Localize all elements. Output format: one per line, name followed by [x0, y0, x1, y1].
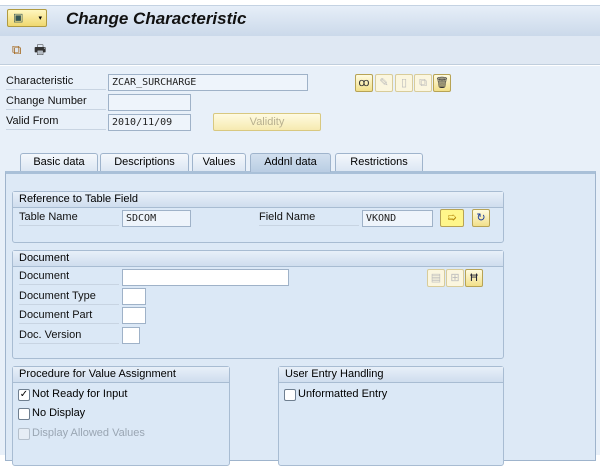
change-number-label: Change Number [6, 94, 106, 110]
table-name-field[interactable]: SDCOM [122, 210, 191, 227]
doc-version-label: Doc. Version [19, 328, 119, 344]
page-title: Change Characteristic [66, 9, 247, 28]
table-name-label: Table Name [19, 210, 119, 226]
document-part-field[interactable] [122, 307, 146, 324]
valid-from-field[interactable]: 2010/11/09 [108, 114, 191, 131]
no-display-checkbox[interactable] [18, 408, 30, 420]
doc-version-field[interactable] [122, 327, 140, 344]
document-group-title: Document [13, 251, 503, 267]
copy-icon[interactable]: ⧉ [414, 74, 432, 92]
tab-addnl-data[interactable]: Addnl data [250, 153, 331, 172]
arrow-right-icon[interactable]: ➯ [440, 209, 464, 227]
document-part-label: Document Part [19, 308, 119, 324]
document-type-field[interactable] [122, 288, 146, 305]
reference-group-title: Reference to Table Field [13, 192, 503, 208]
characteristic-label: Characteristic [6, 74, 106, 90]
field-name-field[interactable]: VKOND [362, 210, 433, 227]
dropdown-icon: ▾ [38, 15, 42, 22]
application-toolbar: ⧉ 🖶 [0, 36, 600, 65]
document-field[interactable] [122, 269, 289, 286]
delete-trash-icon[interactable]: 🗑 [433, 74, 451, 92]
display-allowed-values-checkbox[interactable] [18, 428, 30, 440]
procedure-group-title: Procedure for Value Assignment [13, 367, 229, 383]
unformatted-entry-label: Unformatted Entry [298, 388, 388, 400]
user-entry-group: User Entry Handling [278, 366, 504, 466]
field-name-label: Field Name [259, 210, 359, 226]
change-number-field[interactable] [108, 94, 191, 111]
characteristic-field[interactable]: ZCAR_SURCHARGE [108, 74, 308, 91]
document-display-icon[interactable]: ▤ [427, 269, 445, 287]
display-allowed-values-label: Display Allowed Values [32, 427, 145, 439]
print-icon[interactable]: 🖶 [34, 41, 46, 63]
create-icon[interactable]: ▯ [395, 74, 413, 92]
document-structure-icon[interactable]: ⊞ [446, 269, 464, 287]
unformatted-entry-checkbox[interactable] [284, 389, 296, 401]
find-binoculars-icon[interactable]: Ħ [465, 269, 483, 287]
not-ready-for-input-label: Not Ready for Input [32, 388, 128, 400]
system-menu-button[interactable]: ▣ ▾ [7, 9, 47, 27]
tab-restrictions[interactable]: Restrictions [335, 153, 423, 171]
other-object-icon[interactable]: ⧉ [12, 42, 21, 58]
tab-values[interactable]: Values [192, 153, 246, 171]
document-type-label: Document Type [19, 289, 119, 305]
menu-icon: ▣ [13, 12, 24, 24]
user-entry-group-title: User Entry Handling [279, 367, 503, 383]
not-ready-for-input-checkbox[interactable]: ✓ [18, 389, 30, 401]
validity-button[interactable]: Validity [213, 113, 321, 131]
document-label: Document [19, 269, 119, 285]
refresh-icon[interactable]: ↻ [472, 209, 490, 227]
tab-basic-data[interactable]: Basic data [20, 153, 98, 171]
edit-pencil-icon[interactable]: ✎ [375, 74, 393, 92]
display-change-icon[interactable]: ꝏ [355, 74, 373, 92]
tab-descriptions[interactable]: Descriptions [100, 153, 189, 171]
no-display-label: No Display [32, 407, 86, 419]
valid-from-label: Valid From [6, 114, 106, 130]
